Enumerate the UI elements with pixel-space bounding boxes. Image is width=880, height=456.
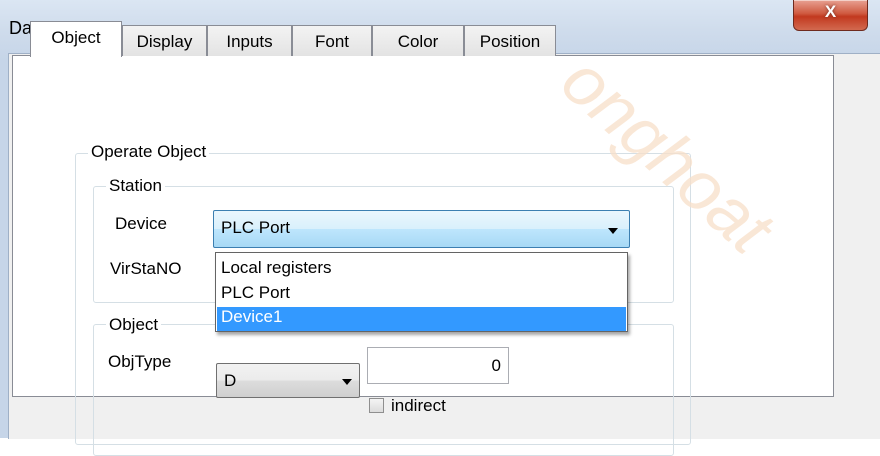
tab-inputs[interactable]: Inputs <box>207 25 292 56</box>
tab-color-label: Color <box>397 32 439 51</box>
tab-font-label: Font <box>314 32 350 51</box>
close-button[interactable]: X <box>793 0 868 31</box>
tab-font[interactable]: Font <box>292 25 372 56</box>
station-legend: Station <box>106 176 165 196</box>
object-group <box>93 324 674 456</box>
indirect-label: indirect <box>391 396 446 415</box>
device-dropdown-list: Local registers PLC Port Device1 <box>215 252 628 332</box>
object-legend: Object <box>106 315 162 335</box>
tab-display[interactable]: Display <box>122 25 207 56</box>
virstano-label: VirStaNO <box>110 259 182 278</box>
device-combobox[interactable]: PLC Port <box>213 210 630 248</box>
objtype-combobox-value: D <box>224 371 237 390</box>
device-option-device1[interactable]: Device1 <box>217 307 626 331</box>
device-combobox-value: PLC Port <box>221 218 290 237</box>
device-option-local-registers[interactable]: Local registers <box>217 258 626 282</box>
data-input-window: Data Input X Object Display Inputs Font … <box>0 0 880 456</box>
close-icon: X <box>824 2 837 21</box>
tab-object-label: Object <box>51 28 101 47</box>
objtype-label: ObjType <box>108 352 172 371</box>
tab-color[interactable]: Color <box>372 25 464 56</box>
indirect-checkbox[interactable] <box>369 398 384 413</box>
operate-object-legend: Operate Object <box>88 142 210 162</box>
tab-object[interactable]: Object <box>30 21 122 57</box>
chevron-down-icon <box>608 228 618 234</box>
device-label: Device <box>115 214 167 233</box>
address-input[interactable]: 0 <box>367 347 509 384</box>
address-input-value: 0 <box>491 356 501 375</box>
tab-position-label: Position <box>479 32 541 51</box>
chevron-down-icon <box>342 379 352 385</box>
tab-display-label: Display <box>136 32 193 51</box>
objtype-combobox[interactable]: D <box>216 363 360 398</box>
tab-inputs-label: Inputs <box>226 32 273 51</box>
tab-position[interactable]: Position <box>464 25 556 56</box>
device-option-plc-port[interactable]: PLC Port <box>217 283 626 307</box>
